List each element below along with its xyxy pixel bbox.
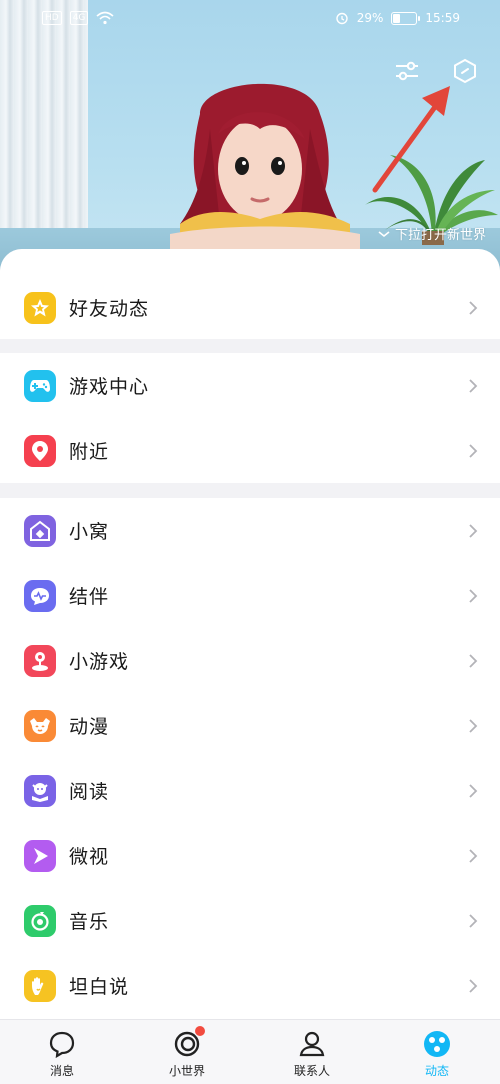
music-icon bbox=[24, 904, 56, 937]
filter-settings-button[interactable] bbox=[391, 55, 423, 87]
chevron-right-icon bbox=[469, 443, 478, 458]
list-item-music[interactable]: 音乐 bbox=[0, 888, 500, 953]
joystick-icon bbox=[24, 644, 56, 677]
hd-indicator: HD bbox=[42, 11, 62, 25]
annotation-arrow bbox=[372, 86, 450, 193]
message-bubble-icon bbox=[22, 1028, 102, 1060]
contacts-icon bbox=[272, 1028, 352, 1060]
pull-down-hint[interactable]: 下拉打开新世界 bbox=[377, 224, 486, 243]
tab-contacts[interactable]: 联系人 bbox=[272, 1028, 352, 1079]
filter-settings-icon bbox=[396, 61, 418, 81]
status-bar: HD 4G 29% 15:59 bbox=[0, 0, 500, 38]
hexagon-settings-button[interactable] bbox=[449, 55, 481, 87]
list-item-label: 小游戏 bbox=[69, 651, 130, 673]
dynamic-icon bbox=[397, 1028, 477, 1060]
clock: 15:59 bbox=[425, 11, 460, 25]
star-icon bbox=[24, 291, 56, 324]
tab-label: 联系人 bbox=[293, 1064, 330, 1078]
list-item-label: 结伴 bbox=[69, 586, 110, 608]
home-icon bbox=[24, 514, 56, 547]
list-item-label: 小窝 bbox=[69, 521, 110, 543]
list-item-confess[interactable]: 坦白说 bbox=[0, 953, 500, 1018]
group-games-nearby: 游戏中心 附近 bbox=[0, 353, 500, 483]
list-item-weishi[interactable]: 微视 bbox=[0, 823, 500, 888]
bottom-tab-bar: 消息 小世界 联系人 动态 bbox=[0, 1019, 500, 1084]
chevron-right-icon bbox=[469, 718, 478, 733]
tab-dynamic[interactable]: 动态 bbox=[397, 1028, 477, 1079]
battery-icon bbox=[391, 11, 421, 25]
tab-label: 小世界 bbox=[168, 1064, 205, 1078]
alarm-icon bbox=[336, 12, 348, 25]
list-item-friend-feed[interactable]: 好友动态 bbox=[0, 275, 500, 340]
chevron-right-icon bbox=[469, 848, 478, 863]
small-world-icon bbox=[147, 1026, 227, 1060]
chevron-right-icon bbox=[469, 783, 478, 798]
hero-banner[interactable]: HD 4G 29% 15:59 下拉打开新世界 bbox=[0, 0, 500, 275]
list-item-game-center[interactable]: 游戏中心 bbox=[0, 353, 500, 418]
chevron-right-icon bbox=[469, 653, 478, 668]
status-right: 29% 15:59 bbox=[335, 11, 460, 25]
list-item-mini-games[interactable]: 小游戏 bbox=[0, 628, 500, 693]
list-item-label: 动漫 bbox=[69, 716, 110, 738]
list-item-companion[interactable]: 结伴 bbox=[0, 563, 500, 628]
location-pin-icon bbox=[24, 434, 56, 467]
chevron-down-icon bbox=[378, 230, 390, 237]
chevron-right-icon bbox=[469, 300, 478, 315]
list-item-label: 坦白说 bbox=[69, 976, 130, 998]
wifi-icon bbox=[96, 11, 114, 25]
chevron-right-icon bbox=[469, 588, 478, 603]
hand-icon bbox=[24, 969, 56, 1002]
group-features: 小窝 结伴 小游戏 动漫 阅读 微视 音乐 坦白说 bbox=[0, 498, 500, 1019]
list-item-label: 微视 bbox=[69, 846, 110, 868]
hexagon-settings-icon bbox=[454, 58, 476, 84]
avatar-figure[interactable] bbox=[160, 74, 370, 254]
list-item-nearby[interactable]: 附近 bbox=[0, 418, 500, 483]
list-item-label: 游戏中心 bbox=[69, 376, 150, 398]
tab-small-world[interactable]: 小世界 bbox=[147, 1026, 227, 1079]
chat-wave-icon bbox=[24, 579, 56, 612]
group-social: 好友动态 bbox=[0, 249, 500, 339]
chevron-right-icon bbox=[469, 378, 478, 393]
chevron-right-icon bbox=[469, 978, 478, 993]
anime-face-icon bbox=[24, 709, 56, 742]
notification-badge bbox=[195, 1026, 205, 1036]
list-item-label: 好友动态 bbox=[69, 298, 150, 320]
play-icon bbox=[24, 839, 56, 872]
chevron-right-icon bbox=[469, 913, 478, 928]
gamepad-icon bbox=[24, 369, 56, 402]
feature-list-sheet: 好友动态 游戏中心 附近 小窝 结伴 小游戏 动漫 阅读 微视 音乐 坦白说 bbox=[0, 249, 500, 1019]
battery-percent: 29% bbox=[356, 11, 384, 25]
reading-icon bbox=[24, 774, 56, 807]
list-item-anime[interactable]: 动漫 bbox=[0, 693, 500, 758]
network-indicator: 4G bbox=[69, 11, 89, 25]
list-item-label: 附近 bbox=[69, 441, 110, 463]
chevron-right-icon bbox=[469, 523, 478, 538]
tab-label: 消息 bbox=[49, 1064, 74, 1078]
pull-down-hint-label: 下拉打开新世界 bbox=[394, 228, 486, 243]
list-item-label: 音乐 bbox=[69, 911, 110, 933]
list-item-nest[interactable]: 小窝 bbox=[0, 498, 500, 563]
tab-label: 动态 bbox=[424, 1064, 449, 1078]
tab-messages[interactable]: 消息 bbox=[22, 1028, 102, 1079]
list-item-label: 阅读 bbox=[69, 781, 110, 803]
list-item-reading[interactable]: 阅读 bbox=[0, 758, 500, 823]
status-left: HD 4G bbox=[42, 11, 114, 25]
